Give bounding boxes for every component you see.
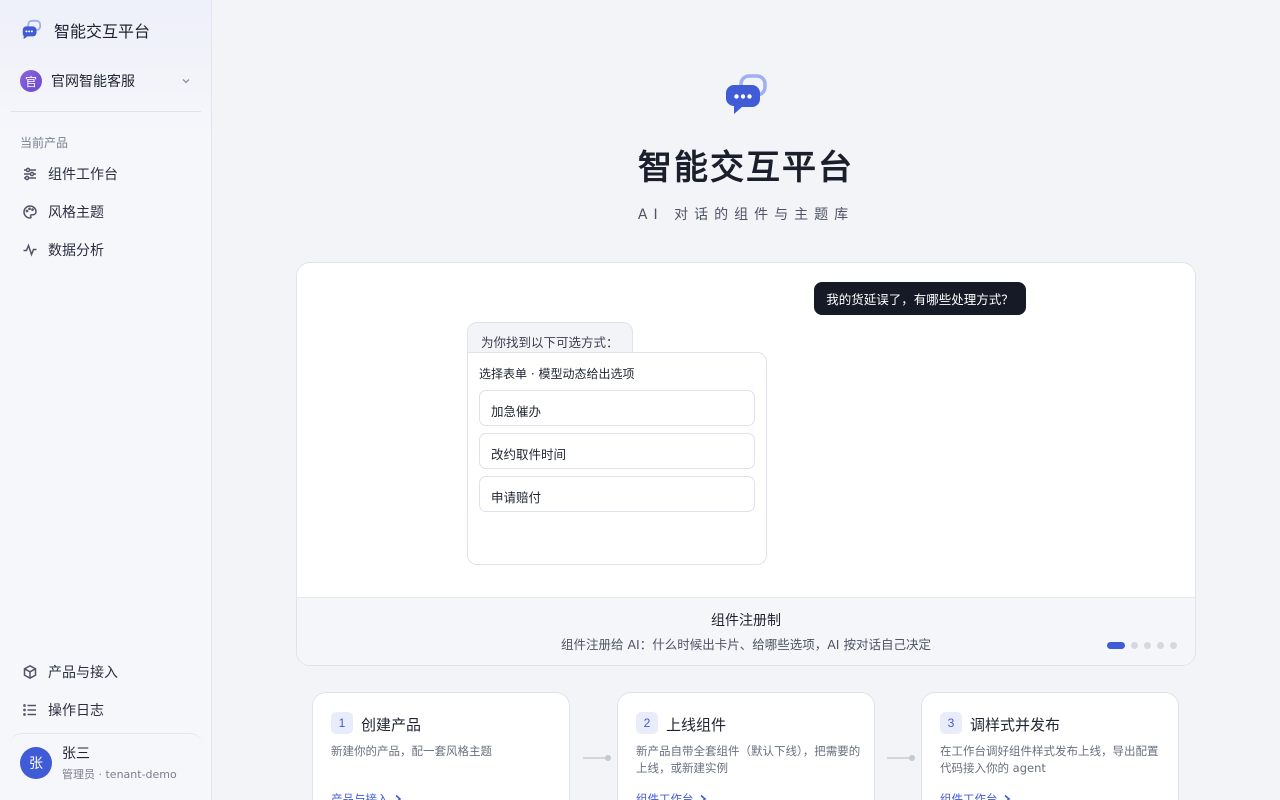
product-selector[interactable]: 官 官网智能客服 xyxy=(12,64,200,98)
step-card-create-product: 1 创建产品 新建你的产品，配一套风格主题 产品与接入 xyxy=(312,692,570,800)
hero-chat-logo-icon xyxy=(726,74,767,114)
step-description: 在工作台调好组件样式发布上线，导出配置代码接入你的 agent xyxy=(940,744,1159,775)
select-form-card: 选择表单 · 模型动态给出选项 加急催办 改约取件时间 申请赔付 xyxy=(467,352,767,565)
demo-carousel-card: 我的货延误了，有哪些处理方式？ 为你找到以下可选方式： 选择表单 · 模型动态给… xyxy=(296,262,1196,666)
step-number: 2 xyxy=(636,712,658,734)
option-button[interactable]: 申请赔付 xyxy=(479,476,755,512)
nav-item-theme[interactable]: 风格主题 xyxy=(12,194,200,230)
nav-item-analytics[interactable]: 数据分析 xyxy=(12,232,200,268)
option-button[interactable]: 加急催办 xyxy=(479,390,755,426)
product-avatar: 官 xyxy=(20,70,42,92)
step-link-label: 组件工作台 xyxy=(636,792,694,800)
chevron-right-icon xyxy=(699,794,706,800)
nav-item-workbench[interactable]: 组件工作台 xyxy=(12,156,200,192)
caption-description: 组件注册给 AI：什么时候出卡片、给哪些选项，AI 按对话自己决定 xyxy=(561,637,931,652)
sidebar-divider xyxy=(10,111,201,112)
avatar: 张 xyxy=(20,746,52,779)
carousel-dot-5[interactable] xyxy=(1170,642,1177,649)
step-title: 上线组件 xyxy=(666,716,727,734)
step-connector xyxy=(887,755,915,761)
app-title: 智能交互平台 xyxy=(54,22,151,41)
form-title: 选择表单 · 模型动态给出选项 xyxy=(479,367,635,381)
carousel-dot-1[interactable] xyxy=(1107,642,1125,649)
step-description: 新建你的产品，配一套风格主题 xyxy=(331,744,492,758)
nav-item-label: 风格主题 xyxy=(48,205,104,221)
step-description: 新产品自带全套组件（默认下线），把需要的上线，或新建实例 xyxy=(636,744,861,775)
step-link[interactable]: 组件工作台 xyxy=(940,791,1012,800)
hero-title: 智能交互平台 xyxy=(638,148,854,188)
caption-title: 组件注册制 xyxy=(711,613,781,629)
cube-icon xyxy=(23,664,37,680)
user-name: 张三 xyxy=(62,746,90,762)
palette-icon xyxy=(23,205,37,219)
activity-icon xyxy=(23,243,37,257)
bot-message-bubble: 为你找到以下可选方式： xyxy=(467,322,633,354)
step-link-label: 产品与接入 xyxy=(331,792,389,800)
sliders-icon xyxy=(24,167,36,181)
step-number: 1 xyxy=(331,712,353,734)
product-name: 官网智能客服 xyxy=(51,74,135,90)
list-icon xyxy=(23,704,36,716)
nav-item-label: 产品与接入 xyxy=(48,665,118,681)
step-connector xyxy=(583,755,611,761)
chat-logo-icon xyxy=(22,19,42,40)
user-role: 管理员 · tenant-demo xyxy=(62,768,177,781)
nav-item-label: 组件工作台 xyxy=(48,167,118,183)
step-card-publish: 3 调样式并发布 在工作台调好组件样式发布上线，导出配置代码接入你的 agent… xyxy=(921,692,1179,800)
step-title: 创建产品 xyxy=(361,716,422,734)
step-link[interactable]: 产品与接入 xyxy=(331,791,403,800)
brand[interactable]: 智能交互平台 xyxy=(20,18,150,42)
hero-subtitle: AI 对话的组件与主题库 xyxy=(637,207,855,223)
carousel-dot-2[interactable] xyxy=(1131,642,1138,649)
chevron-right-icon xyxy=(1003,794,1010,800)
section-label: 当前产品 xyxy=(20,136,69,150)
step-title: 调样式并发布 xyxy=(970,716,1061,734)
nav-item-label: 数据分析 xyxy=(48,243,104,259)
primary-nav: 组件工作台 风格主题 数据分析 xyxy=(12,156,200,270)
carousel-dots xyxy=(1107,642,1177,649)
option-button[interactable]: 改约取件时间 xyxy=(479,433,755,469)
secondary-nav: 产品与接入 操作日志 xyxy=(12,654,200,730)
carousel-caption: 组件注册制 组件注册给 AI：什么时候出卡片、给哪些选项，AI 按对话自己决定 xyxy=(297,597,1195,665)
step-number: 3 xyxy=(940,712,962,734)
carousel-dot-3[interactable] xyxy=(1144,642,1151,649)
sidebar: 智能交互平台 官 官网智能客服 当前产品 组件工作台 风格主题 数据分析 产品与… xyxy=(0,0,212,800)
chevron-down-icon xyxy=(182,79,190,84)
nav-item-products[interactable]: 产品与接入 xyxy=(12,654,200,690)
nav-item-label: 操作日志 xyxy=(48,703,104,719)
chevron-right-icon xyxy=(394,794,401,800)
step-link-label: 组件工作台 xyxy=(940,792,998,800)
nav-item-logs[interactable]: 操作日志 xyxy=(12,692,200,728)
step-card-launch-components: 2 上线组件 新产品自带全套组件（默认下线），把需要的上线，或新建实例 组件工作… xyxy=(617,692,875,800)
carousel-dot-4[interactable] xyxy=(1157,642,1164,649)
step-link[interactable]: 组件工作台 xyxy=(636,791,708,800)
user-message-bubble: 我的货延误了，有哪些处理方式？ xyxy=(814,282,1026,315)
user-card[interactable]: 张 张三 管理员 · tenant-demo xyxy=(10,733,202,791)
